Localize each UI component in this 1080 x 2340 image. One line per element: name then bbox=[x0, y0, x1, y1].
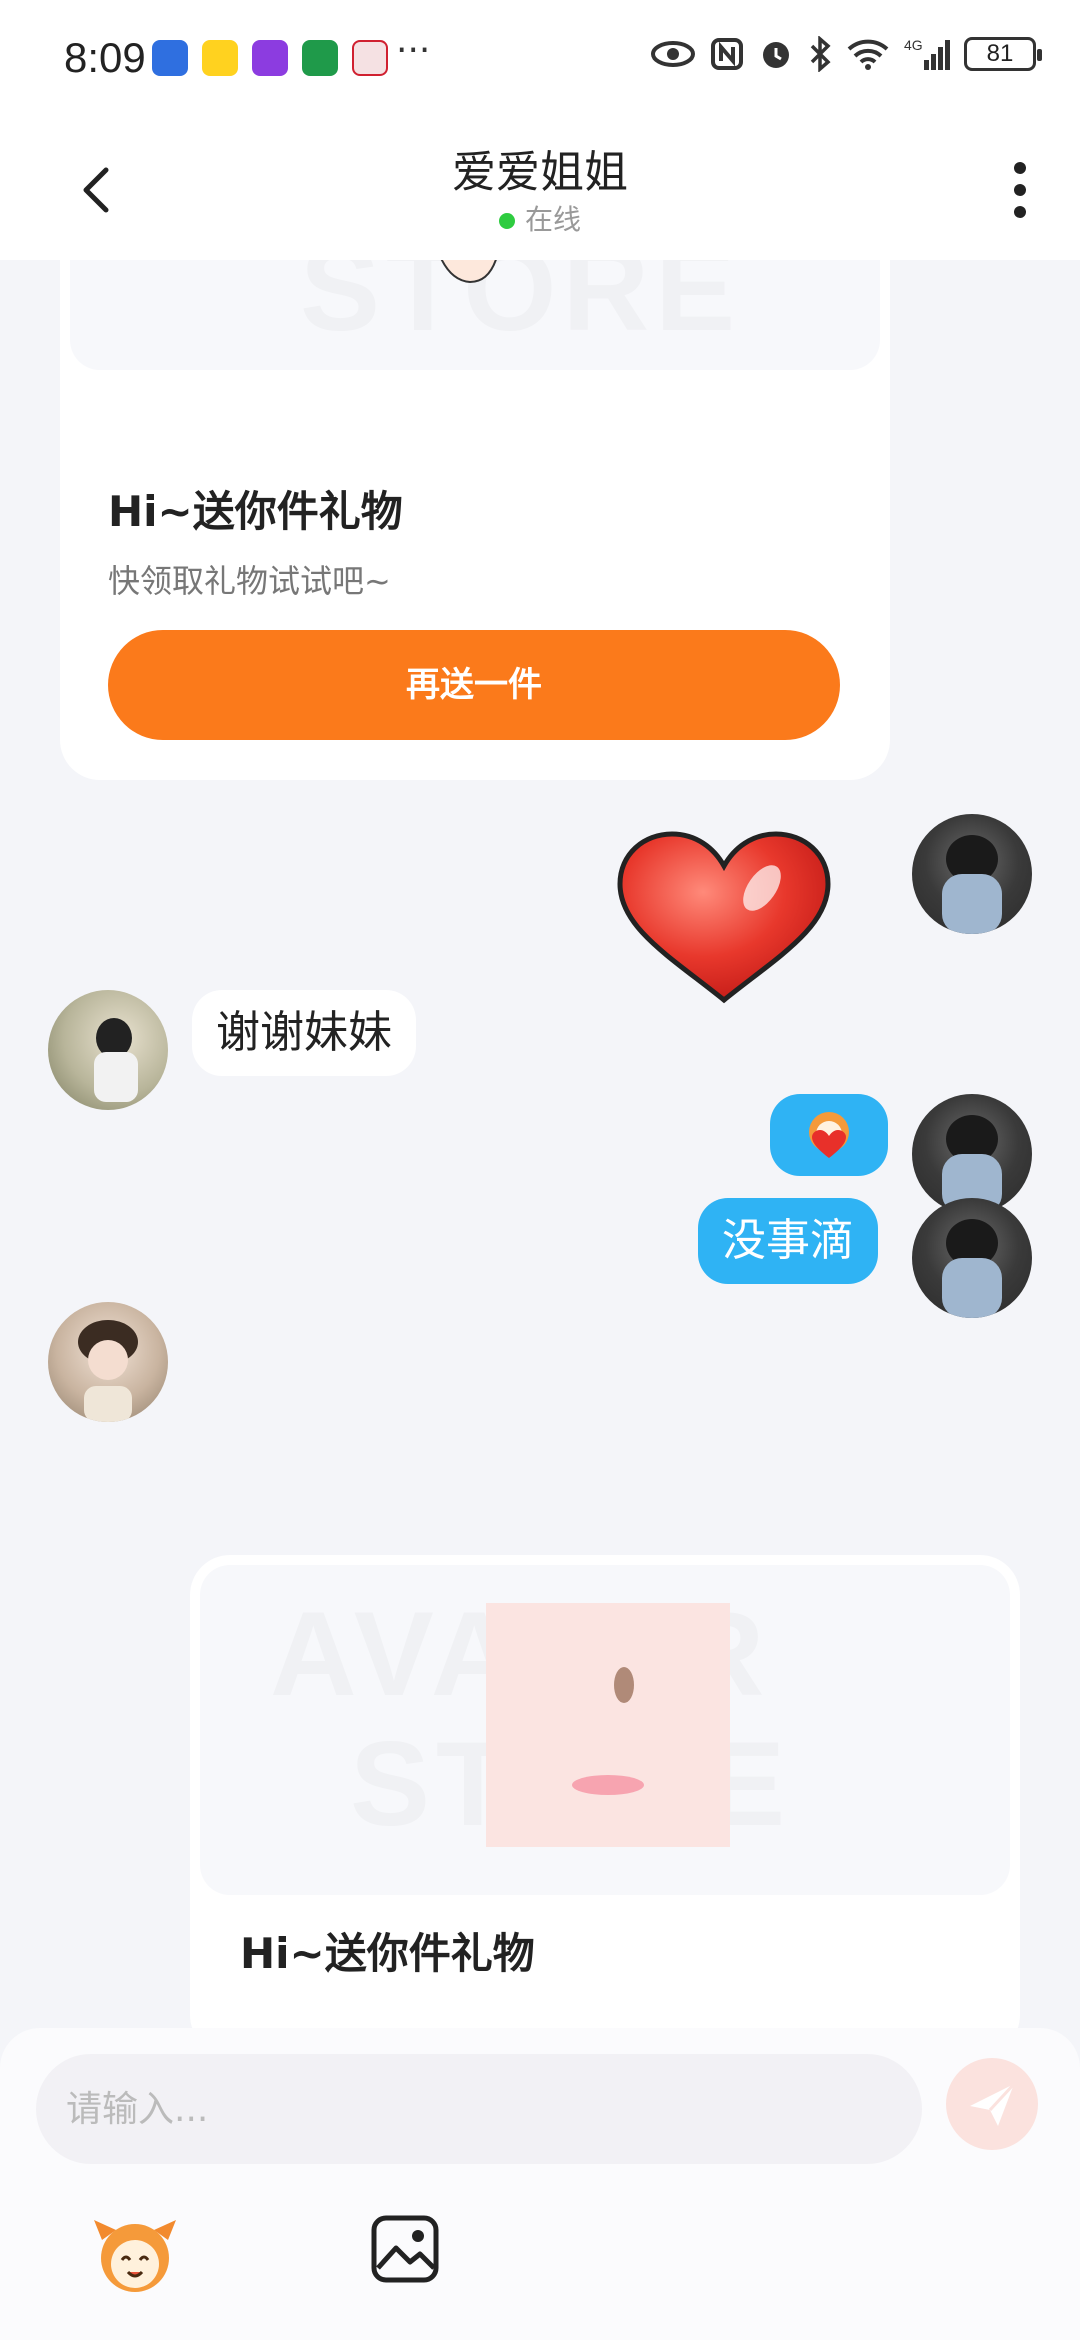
emoji-bubble[interactable] bbox=[770, 1094, 888, 1176]
more-notifications: ··· bbox=[396, 30, 431, 71]
game-app-icon bbox=[252, 40, 288, 76]
message-input[interactable] bbox=[36, 2054, 922, 2164]
gift-image: STORE bbox=[70, 260, 880, 370]
avatar-photo bbox=[942, 1219, 1002, 1318]
send-button[interactable] bbox=[946, 2058, 1038, 2150]
my-avatar[interactable] bbox=[912, 814, 1032, 934]
mascot-face-icon bbox=[94, 2220, 176, 2292]
input-bar bbox=[0, 2028, 1080, 2340]
gift-card[interactable]: AVATAR STORE Hi~送你件礼物 bbox=[190, 1555, 1020, 2030]
face-illustration bbox=[572, 1667, 644, 1795]
avatar-photo bbox=[78, 1320, 138, 1422]
notification-icons bbox=[152, 40, 388, 76]
bank-app-icon bbox=[152, 40, 188, 76]
image-icon bbox=[371, 2215, 439, 2283]
toyota-app-icon bbox=[352, 40, 388, 76]
watermark-text: STORE bbox=[300, 260, 742, 356]
mascot-heart-icon bbox=[809, 1112, 849, 1158]
my-avatar[interactable] bbox=[912, 1094, 1032, 1214]
image-button[interactable] bbox=[370, 2214, 440, 2284]
online-dot-icon bbox=[498, 213, 515, 229]
online-status-label: 在线 bbox=[524, 203, 581, 236]
eye-icon bbox=[651, 41, 695, 67]
system-icons: 4G 81 bbox=[650, 36, 1042, 72]
avatar-photo bbox=[942, 835, 1002, 934]
battery-indicator: 81 bbox=[964, 37, 1042, 71]
signal-icon: 4G bbox=[904, 37, 950, 70]
message-bubble[interactable]: 谢谢妹妹 bbox=[192, 990, 416, 1076]
heart-sticker[interactable] bbox=[612, 828, 836, 1008]
wifi-icon bbox=[847, 39, 889, 70]
bluetooth-icon bbox=[810, 36, 831, 72]
paper-plane-icon bbox=[970, 2082, 1016, 2126]
avatar-preview-image bbox=[486, 1603, 730, 1847]
gift-subtitle: 快领取礼物试试吧~ bbox=[108, 562, 391, 600]
chat-title: 爱爱姐姐 bbox=[452, 147, 628, 198]
emoji-button[interactable] bbox=[90, 2210, 180, 2300]
post-app-icon bbox=[302, 40, 338, 76]
my-avatar[interactable] bbox=[912, 1198, 1032, 1318]
gift-image: AVATAR STORE bbox=[200, 1565, 1010, 1895]
more-dot bbox=[1014, 162, 1026, 174]
gift-card[interactable]: STORE Hi~送你件礼物 快领取礼物试试吧~ 再送一件 bbox=[60, 260, 890, 780]
more-dot bbox=[1014, 206, 1026, 218]
svg-text:4G: 4G bbox=[904, 37, 923, 53]
hand-illustration bbox=[440, 260, 497, 284]
status-bar: 8:09 ··· 4G 81 bbox=[0, 0, 1080, 120]
online-status: 在线 bbox=[0, 198, 1080, 238]
gift-title: Hi~送你件礼物 bbox=[108, 487, 403, 536]
avatar-photo bbox=[942, 1115, 1002, 1214]
status-time: 8:09 bbox=[64, 34, 146, 81]
alarm-icon bbox=[763, 42, 789, 68]
chat-messages[interactable]: STORE Hi~送你件礼物 快领取礼物试试吧~ 再送一件 谢谢妹妹 没事滴 H… bbox=[0, 260, 1080, 2030]
chat-header: 爱爱姐姐 在线 bbox=[0, 120, 1080, 260]
message-bubble[interactable]: 没事滴 bbox=[698, 1198, 878, 1284]
contact-avatar[interactable] bbox=[48, 1302, 168, 1422]
more-options-button[interactable] bbox=[1000, 156, 1040, 226]
contact-avatar[interactable] bbox=[48, 990, 168, 1110]
more-dot bbox=[1014, 184, 1026, 196]
avatar-photo bbox=[94, 1018, 138, 1102]
meituan-app-icon bbox=[202, 40, 238, 76]
gift-title: Hi~送你件礼物 bbox=[240, 1929, 535, 1978]
heart-icon bbox=[617, 831, 831, 1004]
send-again-button[interactable]: 再送一件 bbox=[108, 630, 840, 740]
nfc-icon bbox=[711, 38, 743, 70]
